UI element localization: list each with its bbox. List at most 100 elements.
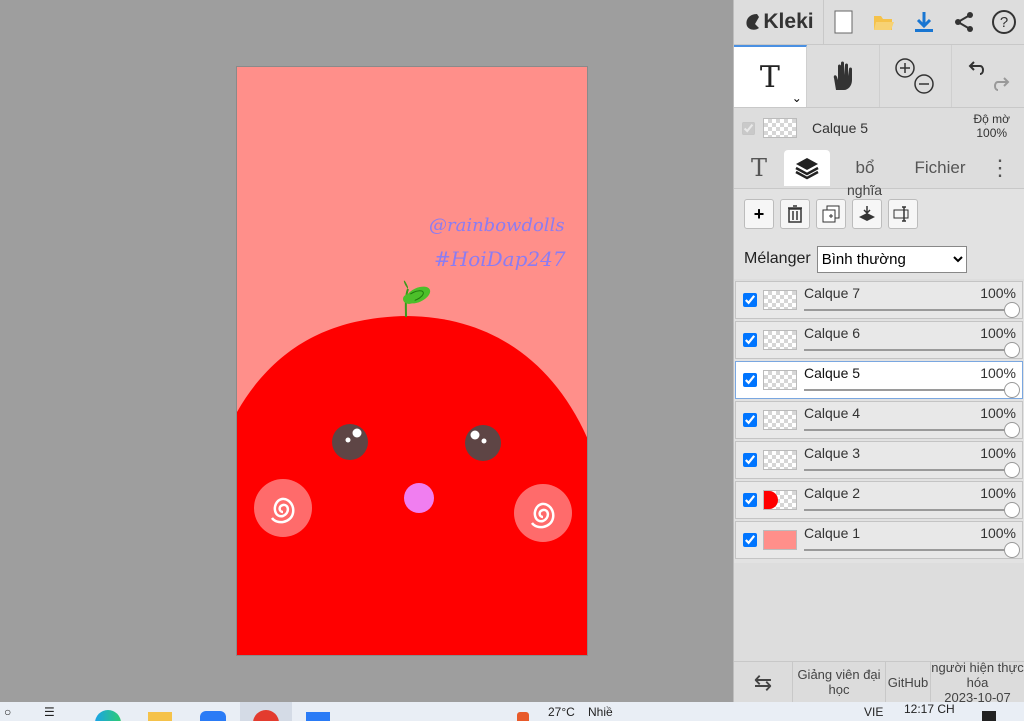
text-tool-button[interactable]: T ⌄ (734, 45, 807, 107)
delete-layer-icon (788, 205, 802, 223)
tab-more[interactable]: bổ (830, 150, 900, 186)
layer-visibility-checkbox[interactable] (743, 333, 757, 347)
rename-layer-button[interactable] (888, 199, 918, 229)
duplicate-layer-button[interactable] (816, 199, 846, 229)
layer-opacity-slider[interactable] (804, 502, 1020, 518)
layer-opacity: 100% (980, 485, 1016, 501)
layer-opacity-slider[interactable] (804, 342, 1020, 358)
tooltip-text: nghĩa (847, 182, 883, 198)
clock-time[interactable]: 12:17 CH (904, 702, 955, 716)
help-button[interactable]: ? (984, 0, 1024, 44)
app-icon[interactable] (306, 712, 330, 721)
blend-mode-select[interactable]: Bình thường (816, 245, 967, 273)
search-icon[interactable]: ○ (4, 705, 11, 719)
layer-visibility-checkbox[interactable] (743, 293, 757, 307)
add-layer-icon: + (753, 203, 765, 224)
help-icon: ? (992, 10, 1016, 34)
layer-row[interactable]: Calque 4 100% (735, 401, 1023, 439)
drawing-canvas[interactable]: @rainbowdolls #HoiDap247 (236, 66, 588, 656)
layer-name: Calque 5 (804, 365, 861, 381)
layer-row[interactable]: Calque 7 100% (735, 281, 1023, 319)
download-button[interactable] (904, 0, 944, 44)
layer-row[interactable]: Calque 6 100% (735, 321, 1023, 359)
layer-opacity: 100% (980, 405, 1016, 421)
layer-visibility-checkbox[interactable] (743, 533, 757, 547)
slider-knob[interactable] (1004, 382, 1020, 398)
sidebar-footer: ⇆ Giảng viên đại học GitHub người hiện t… (734, 660, 1024, 705)
layer-opacity: 100% (980, 525, 1016, 541)
svg-text:?: ? (1000, 14, 1008, 31)
delete-layer-button[interactable] (780, 199, 810, 229)
layer-row-selected[interactable]: Calque 5 100% (735, 361, 1023, 399)
layer-name: Calque 3 (804, 445, 861, 461)
layer-opacity: 100% (980, 285, 1016, 301)
chevron-down-icon[interactable]: ⌄ (792, 91, 802, 105)
watermark-handle: @rainbowdolls (429, 215, 565, 236)
slider-knob[interactable] (1004, 462, 1020, 478)
kleki-logo[interactable]: Kleki (734, 0, 824, 44)
layer-row[interactable]: Calque 3 100% (735, 441, 1023, 479)
layer-thumbnail (763, 330, 797, 350)
slider-knob[interactable] (1004, 302, 1020, 318)
slider-knob[interactable] (1004, 342, 1020, 358)
edge-icon[interactable] (95, 710, 121, 721)
canvas-workspace[interactable]: @rainbowdolls #HoiDap247 (0, 0, 733, 702)
task-view-icon[interactable]: ☰ (44, 705, 55, 719)
layer-visibility-checkbox[interactable] (743, 493, 757, 507)
layer-visibility-checkbox[interactable] (743, 413, 757, 427)
tab-text[interactable]: T (734, 150, 784, 186)
github-link[interactable]: GitHub (886, 662, 931, 702)
layer-actions: + nghĩa (734, 182, 1024, 239)
layer-list: Calque 7 100% Calque 6 100% Calque 5 100… (734, 281, 1024, 563)
new-file-button[interactable] (824, 0, 864, 44)
undo-icon[interactable] (968, 61, 985, 75)
credits-link[interactable]: người hiện thực hóa (931, 660, 1024, 690)
current-layer-visibility (742, 121, 755, 135)
tab-layers[interactable] (784, 150, 830, 186)
blend-mode-label: Mélanger (744, 250, 811, 267)
slider-knob[interactable] (1004, 542, 1020, 558)
layer-opacity-slider[interactable] (804, 422, 1020, 438)
layers-icon (795, 158, 819, 180)
zoom-in-icon[interactable] (895, 58, 916, 78)
teacher-link[interactable]: Giảng viên đại học (793, 662, 886, 702)
rename-layer-icon (893, 206, 909, 222)
layer-visibility-checkbox[interactable] (743, 453, 757, 467)
slider-knob[interactable] (1004, 422, 1020, 438)
swap-side-button[interactable]: ⇆ (734, 662, 793, 702)
notification-center-icon[interactable] (982, 711, 996, 721)
zoom-out-icon[interactable] (914, 74, 935, 94)
notification-icon[interactable] (517, 712, 529, 721)
layer-opacity-slider[interactable] (804, 382, 1020, 398)
file-explorer-icon[interactable] (148, 712, 172, 721)
zalo-icon[interactable] (200, 711, 226, 721)
watermark-hashtag: #HoiDap247 (434, 247, 566, 271)
layer-name: Calque 4 (804, 405, 861, 421)
chrome-icon (253, 710, 279, 721)
zoom-icon (895, 58, 935, 94)
credits-block: người hiện thực hóa 2023-10-07 (931, 660, 1024, 705)
more-menu-button[interactable]: ⋮ (980, 150, 1020, 186)
layer-row[interactable]: Calque 1 100% (735, 521, 1023, 559)
slider-knob[interactable] (1004, 502, 1020, 518)
chrome-taskbar-item[interactable] (240, 702, 292, 721)
hand-tool-button[interactable] (807, 45, 880, 107)
open-file-button[interactable] (864, 0, 904, 44)
language-indicator[interactable]: VIE (864, 705, 883, 719)
layer-name: Calque 2 (804, 485, 861, 501)
add-layer-button[interactable]: + (744, 199, 774, 229)
tab-file[interactable]: Fichier (900, 150, 980, 186)
current-layer-name: Calque 5 (812, 120, 869, 136)
swap-icon: ⇆ (753, 669, 773, 695)
undo-redo-buttons (952, 45, 1024, 107)
layer-opacity-slider[interactable] (804, 302, 1020, 318)
sidebar: Kleki ? T ⌄ Calque 5 Độ mờ 100% T bổ Fic… (733, 0, 1024, 705)
layer-row[interactable]: Calque 2 100% (735, 481, 1023, 519)
redo-icon[interactable] (994, 77, 1010, 91)
merge-layer-button[interactable]: nghĩa (847, 182, 882, 229)
share-button[interactable] (944, 0, 984, 44)
layer-opacity-slider[interactable] (804, 462, 1020, 478)
layer-visibility-checkbox[interactable] (743, 373, 757, 387)
layer-thumbnail (763, 410, 797, 430)
layer-opacity-slider[interactable] (804, 542, 1020, 558)
